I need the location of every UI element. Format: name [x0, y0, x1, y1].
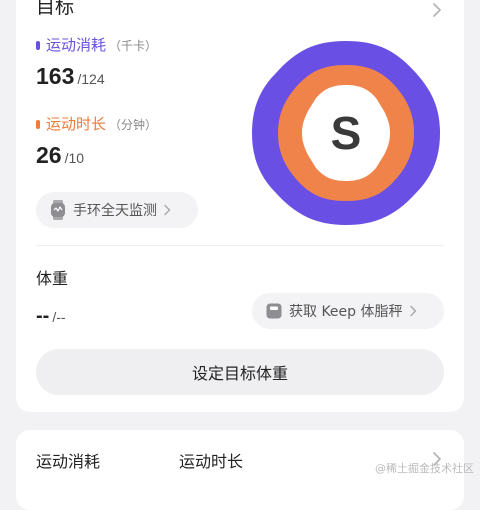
- weight-target: /--: [52, 309, 66, 325]
- duration-dot: [36, 120, 40, 129]
- band-monitor-pill[interactable]: 手环全天监测: [36, 192, 198, 228]
- calories-dot: [36, 41, 40, 50]
- goal-chevron-right-icon[interactable]: [428, 1, 446, 19]
- watermark: @稀土掘金技术社区: [375, 462, 474, 475]
- calories-current: 163: [36, 63, 75, 89]
- band-monitor-chevron-icon: [164, 204, 171, 216]
- calories-label: 运动消耗 （千卡）: [36, 38, 157, 53]
- watch-icon: [51, 200, 65, 220]
- scale-icon: [266, 303, 282, 319]
- duration-current: 26: [36, 142, 62, 168]
- goal-title: 目标: [36, 0, 75, 18]
- duration-label-text: 运动时长: [46, 115, 107, 133]
- duration-target: /10: [64, 150, 85, 166]
- stats-duration-header: 运动时长: [179, 452, 244, 471]
- get-scale-label: 获取 Keep 体脂秤: [289, 304, 403, 320]
- calories-unit: （千卡）: [109, 38, 158, 53]
- get-scale-chevron-icon: [409, 305, 416, 317]
- calories-label-text: 运动消耗: [46, 36, 107, 54]
- duration-label: 运动时长 （分钟）: [36, 117, 157, 132]
- weight-label: 体重: [36, 269, 69, 288]
- badge-letter: S: [331, 107, 362, 159]
- duration-unit: （分钟）: [109, 117, 158, 132]
- weight-value: --/--: [36, 306, 66, 326]
- stats-calories-header: 运动消耗: [36, 452, 101, 471]
- band-monitor-label: 手环全天监测: [73, 203, 157, 219]
- get-scale-pill[interactable]: 获取 Keep 体脂秤: [252, 293, 444, 329]
- weight-current: --: [36, 305, 50, 327]
- calories-target: /124: [77, 71, 105, 87]
- section-divider: [36, 245, 444, 246]
- set-target-weight-button[interactable]: 设定目标体重: [36, 349, 444, 395]
- duration-value: 26/10: [36, 144, 84, 167]
- goal-badge: S: [252, 41, 440, 225]
- goal-card: 目标 运动消耗 （千卡） 163/124 运动时长 （分钟） 26/10 S 手…: [16, 0, 464, 412]
- calories-value: 163/124: [36, 65, 105, 88]
